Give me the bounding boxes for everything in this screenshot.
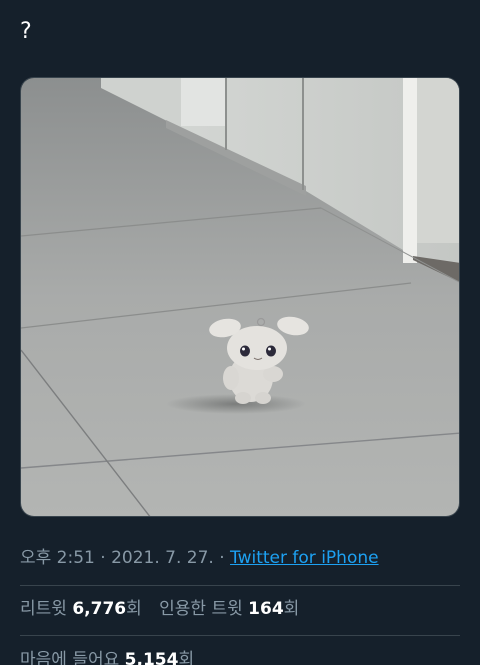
tweet-meta: 오후 2:51 · 2021. 7. 27. · Twitter for iPh… [20, 546, 379, 570]
likes-count: 5,154 [124, 650, 179, 665]
tweet-source-link[interactable]: Twitter for iPhone [230, 548, 379, 568]
likes-stat[interactable]: 마음에 들어요 5,154회 [20, 650, 194, 665]
photo-plush-on-floor [21, 78, 459, 516]
stats-row-likes: 마음에 들어요 5,154회 [20, 648, 206, 665]
retweets-count: 6,776 [72, 599, 127, 619]
quotes-count: 164 [248, 599, 284, 619]
tweet-date: 2021. 7. 27. [111, 548, 214, 568]
tweet-text: ? [20, 19, 32, 44]
retweets-stat[interactable]: 리트윗 6,776회 [20, 599, 142, 619]
retweets-suffix: 회 [126, 599, 142, 619]
likes-label: 마음에 들어요 [20, 650, 120, 665]
divider [20, 635, 460, 636]
retweets-label: 리트윗 [20, 599, 67, 619]
tweet-time: 오후 2:51 [20, 548, 95, 568]
likes-suffix: 회 [178, 650, 195, 665]
quotes-stat[interactable]: 인용한 트윗 164회 [159, 599, 299, 619]
quotes-suffix: 회 [283, 599, 300, 619]
quotes-label: 인용한 트윗 [159, 599, 243, 619]
tweet-detail: ? 오후 2:51 · 2021. 7. 27. · Twitter for i… [0, 0, 480, 665]
meta-separator: · [213, 548, 231, 568]
stats-row-retweets: 리트윗 6,776회 인용한 트윗 164회 [20, 597, 311, 621]
tweet-photo[interactable] [20, 77, 460, 517]
divider [20, 585, 460, 586]
meta-separator: · [94, 548, 112, 568]
